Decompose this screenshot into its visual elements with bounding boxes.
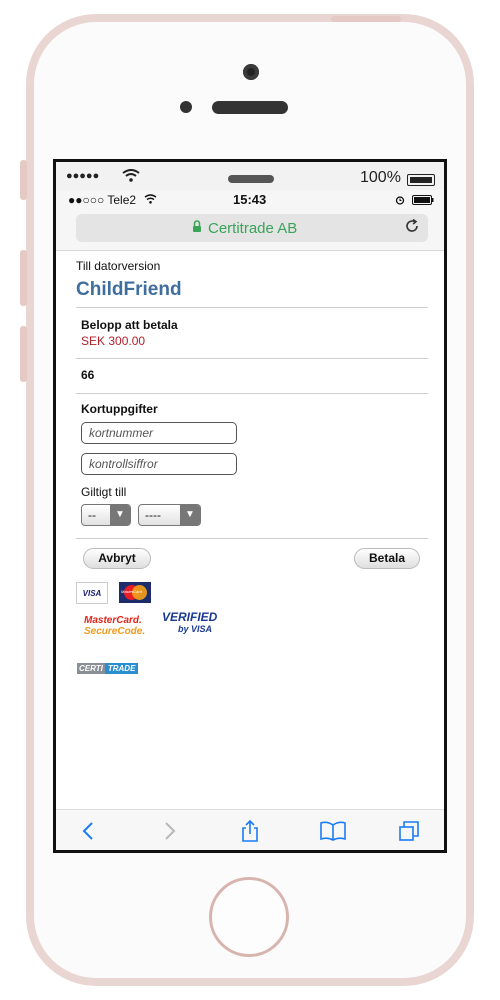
screen: ●●●●● 100% ●●○○○ Tele2 15:43 Certitrade …	[53, 159, 447, 853]
mastercard-securecode-logo: MasterCard. SecureCode.	[84, 615, 148, 643]
status-right	[395, 193, 434, 207]
valid-until-label: Giltigt till	[81, 485, 127, 499]
mc-text: MasterCard	[121, 589, 142, 594]
site-name: Certitrade AB	[208, 220, 298, 237]
visa-logo: VISA	[76, 582, 108, 604]
card-number-input[interactable]: kortnummer	[81, 422, 237, 444]
mc-securecode-line1: MasterCard.	[84, 615, 142, 626]
lock-icon	[193, 220, 201, 232]
device-status-overlay: ●●●●● 100%	[56, 162, 444, 190]
expiry-month-select[interactable]: -- ▼	[81, 504, 131, 526]
battery-icon	[407, 174, 435, 186]
volume-down-button	[20, 326, 27, 382]
amount-label: Belopp att betala	[81, 318, 178, 332]
desktop-version-link[interactable]: Till datorversion	[76, 259, 160, 273]
carrier-label: ●●○○○ Tele2	[68, 193, 137, 207]
home-button[interactable]	[209, 877, 289, 957]
browser-toolbar	[56, 809, 444, 850]
battery-percentage: 100%	[360, 169, 401, 186]
chevron-down-icon: ▼	[180, 505, 200, 525]
wifi-small-icon	[144, 194, 157, 204]
mastercard-logo: MasterCard	[119, 582, 151, 603]
verified-by-visa-logo: VERIFIED by VISA	[162, 611, 222, 645]
certitrade-part2: TRADE	[104, 663, 139, 674]
clock: 15:43	[233, 192, 267, 207]
certitrade-logo: CERTI TRADE	[77, 658, 147, 674]
expiry-year-select[interactable]: ---- ▼	[138, 504, 201, 526]
divider	[76, 538, 428, 539]
divider	[76, 393, 428, 394]
mute-switch	[20, 160, 27, 200]
payment-page: Till datorversion ChildFriend Belopp att…	[56, 251, 444, 809]
divider	[76, 358, 428, 359]
divider	[76, 307, 428, 308]
status-bar: ●●○○○ Tele2 15:43	[56, 190, 444, 208]
battery-small-icon	[412, 195, 434, 205]
proximity-sensor	[180, 101, 192, 113]
mc-securecode-line2: SecureCode.	[84, 626, 146, 637]
amount-value: SEK 300.00	[81, 334, 146, 348]
share-icon[interactable]	[239, 820, 261, 842]
merchant-name: ChildFriend	[76, 279, 182, 300]
earpiece-speaker	[212, 101, 288, 114]
year-value: ----	[145, 508, 161, 522]
bookmarks-icon[interactable]	[319, 820, 347, 842]
wifi-icon	[122, 169, 140, 182]
chevron-down-icon: ▼	[110, 505, 130, 525]
address-bar[interactable]: Certitrade AB	[76, 214, 428, 242]
volume-up-button	[20, 250, 27, 306]
alarm-icon	[395, 196, 404, 205]
front-camera	[243, 64, 259, 80]
certitrade-part1: CERTI	[77, 663, 105, 674]
cvc-input[interactable]: kontrollsiffror	[81, 453, 237, 475]
card-section-label: Kortuppgifter	[81, 402, 158, 416]
back-icon[interactable]	[78, 820, 100, 842]
tabs-icon[interactable]	[398, 820, 420, 842]
order-reference: 66	[81, 368, 95, 382]
power-button	[331, 16, 401, 22]
notch-indicator	[228, 175, 274, 183]
verified-text: VERIFIED	[162, 610, 218, 624]
month-value: --	[88, 508, 96, 522]
reload-icon[interactable]	[404, 218, 420, 234]
cancel-button[interactable]: Avbryt	[83, 548, 151, 569]
visa-text: VISA	[82, 589, 102, 598]
browser-chrome: Certitrade AB	[56, 208, 444, 251]
forward-icon[interactable]	[158, 820, 180, 842]
signal-dots: ●●●●●	[66, 170, 100, 182]
screen-content: ●●●●● 100% ●●○○○ Tele2 15:43 Certitrade …	[56, 162, 444, 850]
pay-button[interactable]: Betala	[354, 548, 420, 569]
by-visa-text: by VISA	[178, 624, 213, 634]
